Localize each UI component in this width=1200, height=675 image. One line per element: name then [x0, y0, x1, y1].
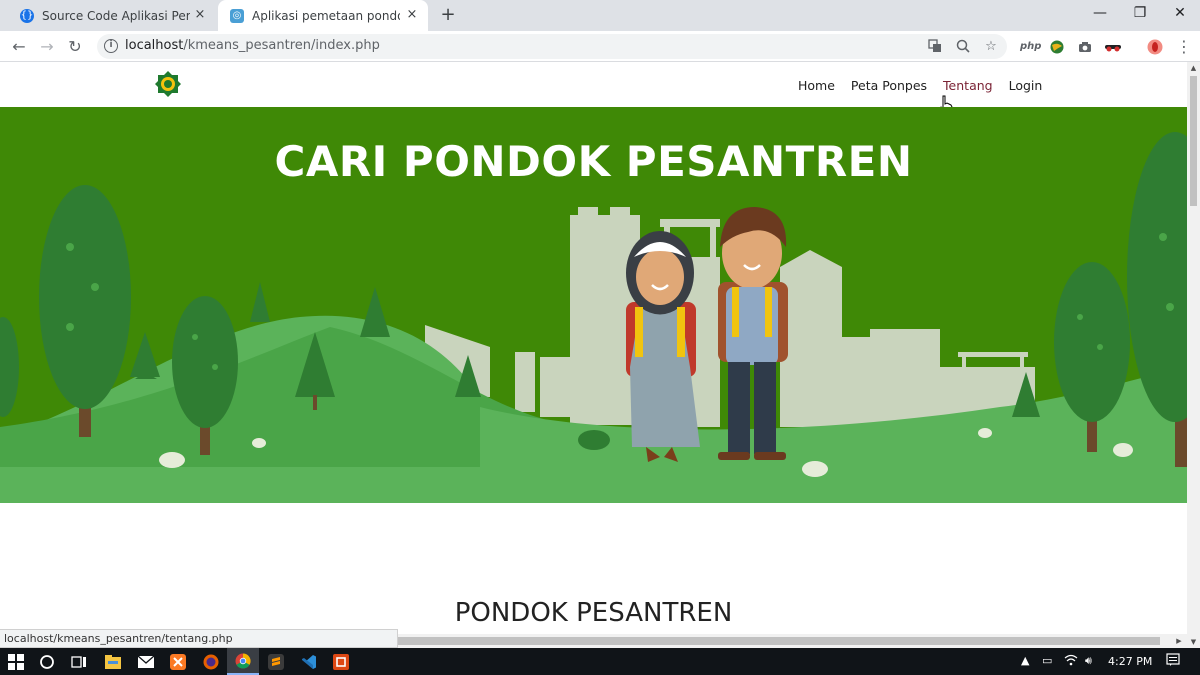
boy-character [718, 207, 788, 460]
zoom-icon[interactable] [955, 39, 971, 55]
new-tab-button[interactable]: + [438, 5, 458, 25]
menu-login[interactable]: Login [1009, 78, 1043, 93]
profile-avatar[interactable] [1146, 39, 1164, 55]
reload-button[interactable]: ↻ [63, 35, 87, 59]
hero-title: CARI PONDOK PESANTREN [274, 137, 913, 186]
site-navbar: Home Peta Ponpes Tentang Login [0, 62, 1187, 117]
tab-source-code[interactable]: {} Source Code Aplikasi Pemetaan Pondok … [8, 0, 216, 31]
web-page: Home Peta Ponpes Tentang Login CARI POND… [0, 62, 1187, 648]
tray-chevron-icon[interactable]: ▲ [1021, 654, 1029, 667]
task-view-icon[interactable] [63, 648, 95, 675]
browser-toolbar: ← → ↻ i localhost/kmeans_pesantren/index… [0, 31, 1200, 62]
tab-title: Source Code Aplikasi Pemetaan Pondok Pes… [42, 8, 190, 23]
vscode-icon[interactable] [293, 648, 325, 675]
star-icon[interactable]: ☆ [983, 39, 999, 55]
windows-start-icon[interactable] [0, 648, 32, 675]
site-menu: Home Peta Ponpes Tentang Login [798, 78, 1058, 93]
scroll-down-icon[interactable]: ▼ [1187, 636, 1200, 648]
scroll-right-icon[interactable]: ▶ [1173, 634, 1185, 648]
browser-menu-icon[interactable]: ⋮ [1172, 35, 1196, 59]
wifi-icon[interactable] [1064, 654, 1078, 669]
address-bar[interactable]: i localhost/kmeans_pesantren/index.php ☆ [97, 34, 1007, 59]
codeigniter-icon[interactable] [325, 648, 357, 675]
tab-close-icon[interactable]: × [192, 7, 208, 23]
section-title: PONDOK PESANTREN [454, 598, 733, 628]
php-extension-icon[interactable]: php [1020, 39, 1041, 55]
vertical-scroll-thumb[interactable] [1190, 76, 1197, 206]
xampp-icon[interactable] [162, 648, 194, 675]
code-favicon-icon: {} [20, 8, 34, 23]
taskbar-clock[interactable]: 4:27 PM [1108, 655, 1152, 668]
menu-tentang[interactable]: Tentang [943, 78, 993, 93]
girl-character [626, 231, 700, 462]
browser-tab-strip: {} Source Code Aplikasi Pemetaan Pondok … [0, 0, 1200, 31]
sublime-text-icon[interactable] [260, 648, 292, 675]
file-explorer-icon[interactable] [97, 648, 129, 675]
firefox-icon[interactable] [195, 648, 227, 675]
horizontal-scroll-thumb[interactable] [398, 637, 1160, 645]
restore-button[interactable]: ❐ [1120, 0, 1160, 28]
notifications-icon[interactable] [1166, 653, 1180, 670]
globe-favicon-icon: ◎ [230, 8, 244, 23]
scroll-up-icon[interactable]: ▲ [1187, 62, 1200, 74]
incognito-extension-icon[interactable] [1104, 39, 1122, 55]
hero-banner: CARI PONDOK PESANTREN [0, 107, 1187, 503]
camera-extension-icon[interactable] [1076, 39, 1094, 55]
horizontal-scrollbar[interactable]: ▶ [398, 634, 1187, 648]
address-url[interactable]: localhost/kmeans_pesantren/index.php [125, 38, 380, 53]
menu-home[interactable]: Home [798, 78, 835, 93]
battery-icon[interactable]: ▭ [1042, 654, 1052, 667]
mail-icon[interactable] [130, 648, 162, 675]
tab-aplikasi-pemetaan[interactable]: ◎ Aplikasi pemetaan pondok pesantren × [218, 0, 428, 31]
vertical-scrollbar[interactable]: ▲ ▼ [1187, 62, 1200, 648]
kemenag-logo[interactable] [154, 70, 182, 98]
forward-button[interactable]: → [35, 35, 59, 59]
translate-icon[interactable] [927, 39, 943, 55]
minimize-button[interactable]: — [1080, 0, 1120, 28]
tab-close-icon[interactable]: × [404, 7, 420, 23]
chrome-icon[interactable] [227, 648, 259, 675]
globe-extension-icon[interactable] [1048, 39, 1066, 55]
back-button[interactable]: ← [7, 35, 31, 59]
link-status-bar: localhost/kmeans_pesantren/tentang.php [0, 629, 398, 648]
windows-taskbar: ▲ ▭ 🔊︎ 4:27 PM [0, 648, 1200, 675]
search-icon[interactable] [31, 648, 63, 675]
volume-icon[interactable]: 🔊︎ [1085, 654, 1092, 668]
tab-title: Aplikasi pemetaan pondok pesantren [252, 8, 400, 23]
close-window-button[interactable]: ✕ [1160, 0, 1200, 28]
info-icon[interactable]: i [104, 39, 118, 53]
menu-peta-ponpes[interactable]: Peta Ponpes [851, 78, 927, 93]
